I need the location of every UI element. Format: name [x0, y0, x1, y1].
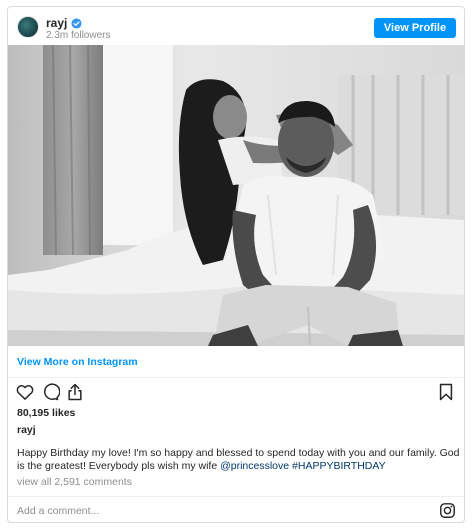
avatar[interactable]: [17, 16, 39, 38]
username[interactable]: rayj: [46, 16, 67, 30]
post-photo[interactable]: [8, 45, 464, 346]
add-comment-bar: Add a comment...: [8, 496, 464, 522]
post-header: rayj 2.3m followers View Profile: [8, 7, 464, 47]
caption-mention[interactable]: @princesslove: [220, 460, 289, 472]
add-comment-input[interactable]: Add a comment...: [17, 505, 99, 517]
view-all-comments-link[interactable]: view all 2,591 comments: [17, 476, 132, 488]
bookmark-icon[interactable]: [436, 382, 456, 402]
heart-icon[interactable]: [15, 382, 35, 402]
instagram-logo-icon[interactable]: [439, 502, 456, 519]
view-more-link[interactable]: View More on Instagram: [17, 356, 138, 368]
likes-count[interactable]: 80,195 likes: [17, 407, 75, 419]
instagram-embed-card: rayj 2.3m followers View Profile View Mo…: [7, 6, 465, 523]
view-more-bar: View More on Instagram: [8, 346, 464, 378]
share-icon[interactable]: [65, 382, 85, 402]
caption-hashtag[interactable]: #HAPPYBIRTHDAY: [292, 460, 386, 472]
username-row: rayj: [46, 16, 82, 30]
followers-count: 2.3m followers: [46, 30, 111, 41]
comment-icon[interactable]: [40, 382, 60, 402]
post-owner-username[interactable]: rayj: [17, 424, 36, 436]
post-caption: Happy Birthday my love! I'm so happy and…: [17, 447, 461, 473]
action-bar: [8, 382, 464, 406]
view-profile-button[interactable]: View Profile: [374, 18, 456, 38]
verified-badge-icon: [71, 17, 82, 29]
post-photo-image: [8, 45, 464, 346]
